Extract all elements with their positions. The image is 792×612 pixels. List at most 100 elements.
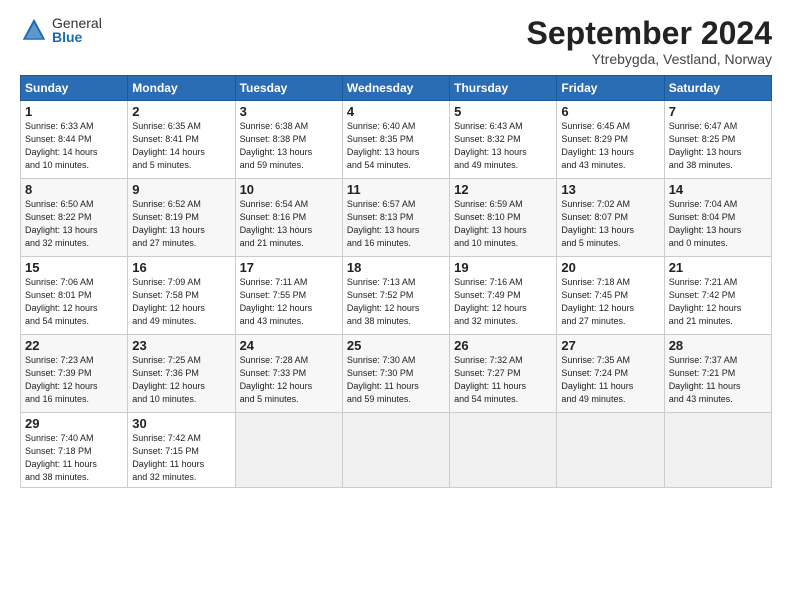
table-row: 9Sunrise: 6:52 AM Sunset: 8:19 PM Daylig… [128,179,235,257]
table-row: 1Sunrise: 6:33 AM Sunset: 8:44 PM Daylig… [21,101,128,179]
day-number: 3 [240,104,338,119]
table-row: 23Sunrise: 7:25 AM Sunset: 7:36 PM Dayli… [128,335,235,413]
day-info: Sunrise: 6:45 AM Sunset: 8:29 PM Dayligh… [561,120,659,172]
day-number: 15 [25,260,123,275]
day-number: 13 [561,182,659,197]
day-info: Sunrise: 7:09 AM Sunset: 7:58 PM Dayligh… [132,276,230,328]
logo-blue-text: Blue [52,30,102,44]
month-title: September 2024 [527,16,772,51]
day-number: 9 [132,182,230,197]
table-row [342,413,449,488]
day-info: Sunrise: 6:54 AM Sunset: 8:16 PM Dayligh… [240,198,338,250]
day-info: Sunrise: 6:57 AM Sunset: 8:13 PM Dayligh… [347,198,445,250]
table-row [450,413,557,488]
day-info: Sunrise: 7:35 AM Sunset: 7:24 PM Dayligh… [561,354,659,406]
table-row: 13Sunrise: 7:02 AM Sunset: 8:07 PM Dayli… [557,179,664,257]
table-row: 15Sunrise: 7:06 AM Sunset: 8:01 PM Dayli… [21,257,128,335]
day-info: Sunrise: 7:23 AM Sunset: 7:39 PM Dayligh… [25,354,123,406]
col-thursday: Thursday [450,76,557,101]
logo-icon [20,16,48,44]
col-wednesday: Wednesday [342,76,449,101]
table-row: 16Sunrise: 7:09 AM Sunset: 7:58 PM Dayli… [128,257,235,335]
table-row: 28Sunrise: 7:37 AM Sunset: 7:21 PM Dayli… [664,335,771,413]
table-row: 14Sunrise: 7:04 AM Sunset: 8:04 PM Dayli… [664,179,771,257]
calendar-header-row: Sunday Monday Tuesday Wednesday Thursday… [21,76,772,101]
day-number: 10 [240,182,338,197]
day-number: 7 [669,104,767,119]
table-row: 7Sunrise: 6:47 AM Sunset: 8:25 PM Daylig… [664,101,771,179]
page-header: General Blue September 2024 Ytrebygda, V… [20,16,772,67]
table-row: 4Sunrise: 6:40 AM Sunset: 8:35 PM Daylig… [342,101,449,179]
table-row: 25Sunrise: 7:30 AM Sunset: 7:30 PM Dayli… [342,335,449,413]
col-saturday: Saturday [664,76,771,101]
table-row: 24Sunrise: 7:28 AM Sunset: 7:33 PM Dayli… [235,335,342,413]
day-number: 16 [132,260,230,275]
day-number: 22 [25,338,123,353]
day-info: Sunrise: 7:16 AM Sunset: 7:49 PM Dayligh… [454,276,552,328]
table-row [664,413,771,488]
day-info: Sunrise: 6:47 AM Sunset: 8:25 PM Dayligh… [669,120,767,172]
day-number: 4 [347,104,445,119]
col-monday: Monday [128,76,235,101]
day-number: 20 [561,260,659,275]
day-number: 11 [347,182,445,197]
table-row: 5Sunrise: 6:43 AM Sunset: 8:32 PM Daylig… [450,101,557,179]
col-tuesday: Tuesday [235,76,342,101]
day-number: 29 [25,416,123,431]
table-row: 19Sunrise: 7:16 AM Sunset: 7:49 PM Dayli… [450,257,557,335]
table-row: 8Sunrise: 6:50 AM Sunset: 8:22 PM Daylig… [21,179,128,257]
calendar-table: Sunday Monday Tuesday Wednesday Thursday… [20,75,772,488]
day-number: 14 [669,182,767,197]
day-info: Sunrise: 6:43 AM Sunset: 8:32 PM Dayligh… [454,120,552,172]
table-row: 20Sunrise: 7:18 AM Sunset: 7:45 PM Dayli… [557,257,664,335]
table-row: 18Sunrise: 7:13 AM Sunset: 7:52 PM Dayli… [342,257,449,335]
day-number: 25 [347,338,445,353]
day-info: Sunrise: 7:04 AM Sunset: 8:04 PM Dayligh… [669,198,767,250]
day-info: Sunrise: 6:52 AM Sunset: 8:19 PM Dayligh… [132,198,230,250]
table-row [235,413,342,488]
day-info: Sunrise: 6:50 AM Sunset: 8:22 PM Dayligh… [25,198,123,250]
table-row: 12Sunrise: 6:59 AM Sunset: 8:10 PM Dayli… [450,179,557,257]
title-block: September 2024 Ytrebygda, Vestland, Norw… [527,16,772,67]
day-info: Sunrise: 6:59 AM Sunset: 8:10 PM Dayligh… [454,198,552,250]
day-info: Sunrise: 7:42 AM Sunset: 7:15 PM Dayligh… [132,432,230,484]
day-number: 12 [454,182,552,197]
day-info: Sunrise: 7:37 AM Sunset: 7:21 PM Dayligh… [669,354,767,406]
day-info: Sunrise: 6:38 AM Sunset: 8:38 PM Dayligh… [240,120,338,172]
day-number: 5 [454,104,552,119]
table-row: 30Sunrise: 7:42 AM Sunset: 7:15 PM Dayli… [128,413,235,488]
table-row: 2Sunrise: 6:35 AM Sunset: 8:41 PM Daylig… [128,101,235,179]
table-row: 27Sunrise: 7:35 AM Sunset: 7:24 PM Dayli… [557,335,664,413]
day-number: 1 [25,104,123,119]
logo: General Blue [20,16,102,44]
table-row: 3Sunrise: 6:38 AM Sunset: 8:38 PM Daylig… [235,101,342,179]
day-number: 8 [25,182,123,197]
day-number: 28 [669,338,767,353]
day-number: 26 [454,338,552,353]
day-number: 30 [132,416,230,431]
day-info: Sunrise: 7:30 AM Sunset: 7:30 PM Dayligh… [347,354,445,406]
table-row [557,413,664,488]
table-row: 6Sunrise: 6:45 AM Sunset: 8:29 PM Daylig… [557,101,664,179]
table-row: 22Sunrise: 7:23 AM Sunset: 7:39 PM Dayli… [21,335,128,413]
logo-general-text: General [52,16,102,30]
day-info: Sunrise: 7:02 AM Sunset: 8:07 PM Dayligh… [561,198,659,250]
day-info: Sunrise: 7:25 AM Sunset: 7:36 PM Dayligh… [132,354,230,406]
day-number: 17 [240,260,338,275]
table-row: 11Sunrise: 6:57 AM Sunset: 8:13 PM Dayli… [342,179,449,257]
day-info: Sunrise: 7:13 AM Sunset: 7:52 PM Dayligh… [347,276,445,328]
col-friday: Friday [557,76,664,101]
day-number: 19 [454,260,552,275]
day-info: Sunrise: 7:11 AM Sunset: 7:55 PM Dayligh… [240,276,338,328]
day-number: 27 [561,338,659,353]
day-number: 6 [561,104,659,119]
table-row: 17Sunrise: 7:11 AM Sunset: 7:55 PM Dayli… [235,257,342,335]
day-number: 18 [347,260,445,275]
day-number: 23 [132,338,230,353]
day-info: Sunrise: 7:21 AM Sunset: 7:42 PM Dayligh… [669,276,767,328]
table-row: 29Sunrise: 7:40 AM Sunset: 7:18 PM Dayli… [21,413,128,488]
day-info: Sunrise: 7:28 AM Sunset: 7:33 PM Dayligh… [240,354,338,406]
table-row: 21Sunrise: 7:21 AM Sunset: 7:42 PM Dayli… [664,257,771,335]
table-row: 26Sunrise: 7:32 AM Sunset: 7:27 PM Dayli… [450,335,557,413]
day-info: Sunrise: 6:35 AM Sunset: 8:41 PM Dayligh… [132,120,230,172]
